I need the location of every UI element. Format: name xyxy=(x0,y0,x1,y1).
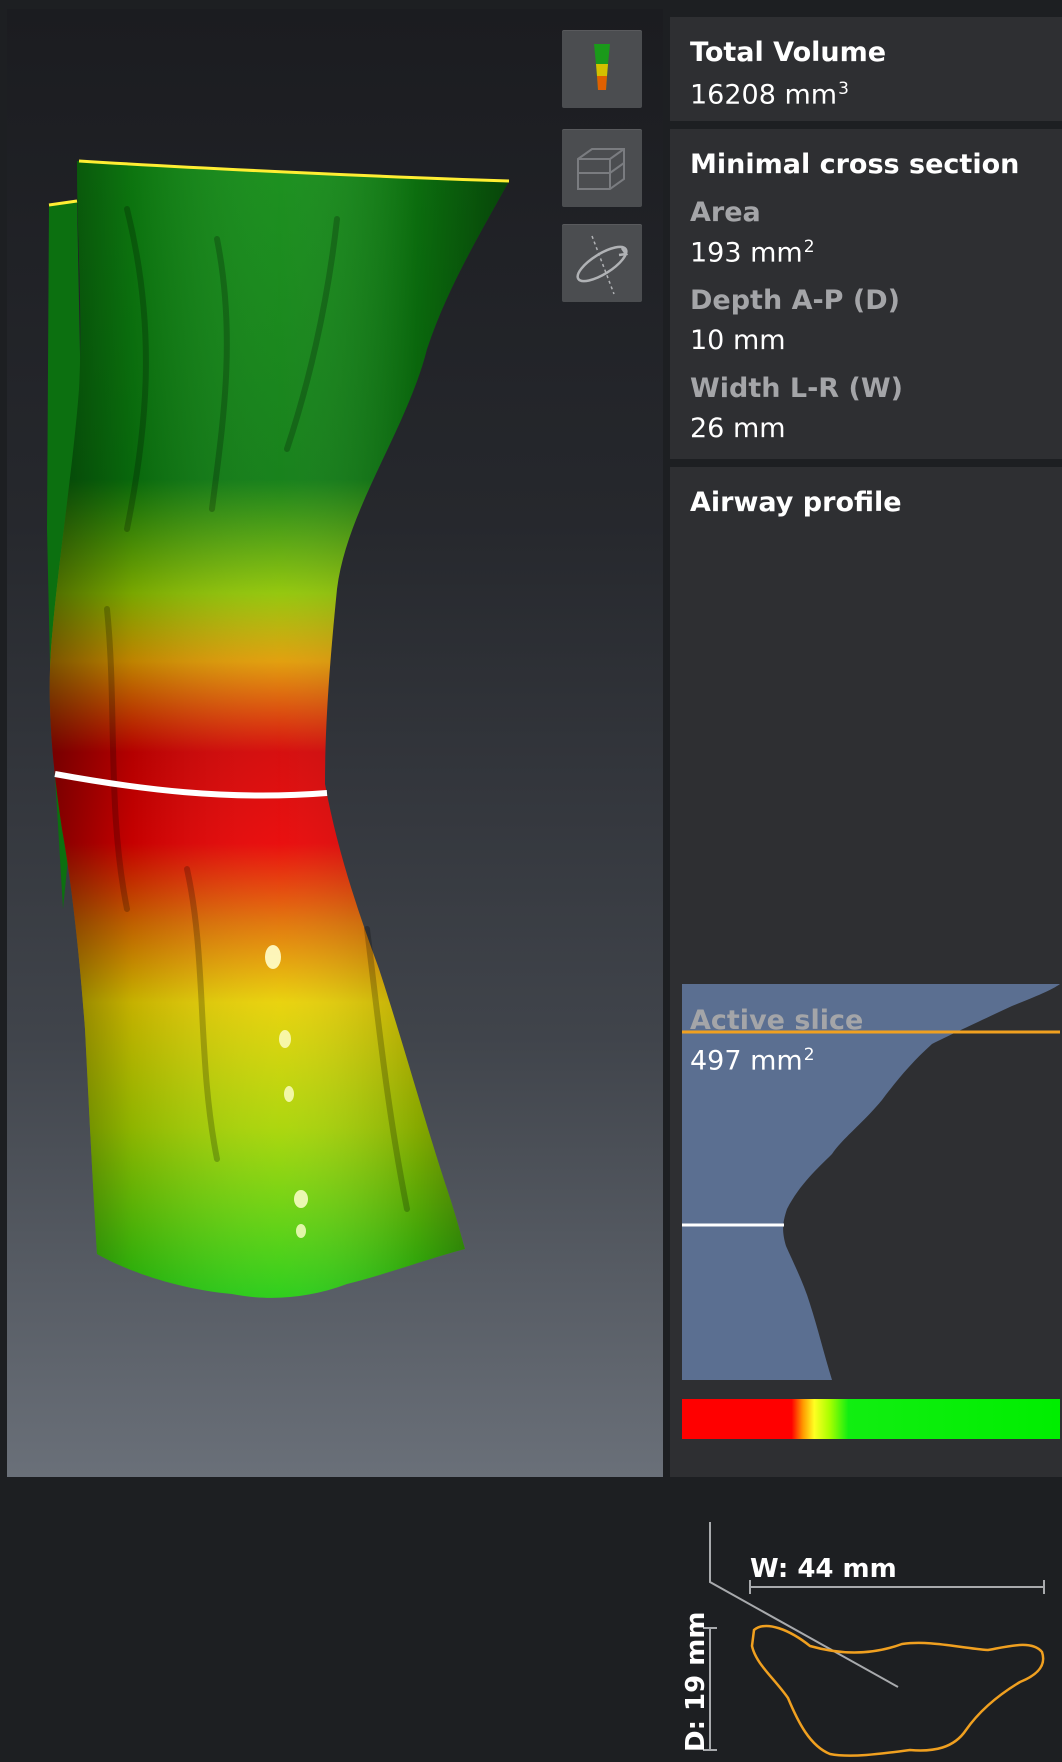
rotate-plane-icon xyxy=(576,235,629,295)
cross-section-outline xyxy=(750,1624,1045,1757)
area-colormap-bar xyxy=(682,1399,1060,1439)
area-value: 193 mm2 xyxy=(690,237,815,269)
width-label: Width L-R (W) xyxy=(690,373,903,404)
airway-profile-chart[interactable] xyxy=(682,984,1060,1380)
total-volume-card: Total Volume 16208 mm3 xyxy=(670,17,1062,121)
width-dimension-label: W: 44 mm xyxy=(750,1554,897,1584)
airway-profile-card: Airway profile Active slice 497 mm2 W: 4… xyxy=(670,467,1062,1757)
total-volume-title: Total Volume xyxy=(690,37,887,68)
active-slice-value: 497 mm2 xyxy=(690,1045,815,1077)
3d-viewport[interactable] xyxy=(7,9,663,1477)
rotate-plane-button[interactable] xyxy=(562,224,642,302)
active-slice-label: Active slice xyxy=(690,1005,864,1036)
total-volume-value: 16208 mm3 xyxy=(690,79,849,111)
width-value: 26 mm xyxy=(690,413,786,444)
airway-shading xyxy=(49,161,510,1298)
depth-dimension-label: D: 19 mm xyxy=(681,1612,711,1752)
bounding-box-button[interactable] xyxy=(562,129,642,207)
airway-profile-title: Airway profile xyxy=(690,487,902,518)
area-label: Area xyxy=(690,197,761,228)
minimal-cross-section-title: Minimal cross section xyxy=(690,149,1020,180)
bounding-box-icon xyxy=(577,148,625,190)
minimal-cross-section-card: Minimal cross section Area 193 mm2 Depth… xyxy=(670,129,1062,459)
measurement-panel: Total Volume 16208 mm3 Minimal cross sec… xyxy=(670,9,1062,1757)
active-slice-cross-section: W: 44 mm D: 19 mm xyxy=(681,1522,1045,1757)
airway-segmentation-icon xyxy=(594,44,610,90)
depth-label: Depth A-P (D) xyxy=(690,285,900,316)
leader-line xyxy=(709,1522,899,1688)
airway-view-button[interactable] xyxy=(562,30,642,108)
depth-value: 10 mm xyxy=(690,325,786,356)
